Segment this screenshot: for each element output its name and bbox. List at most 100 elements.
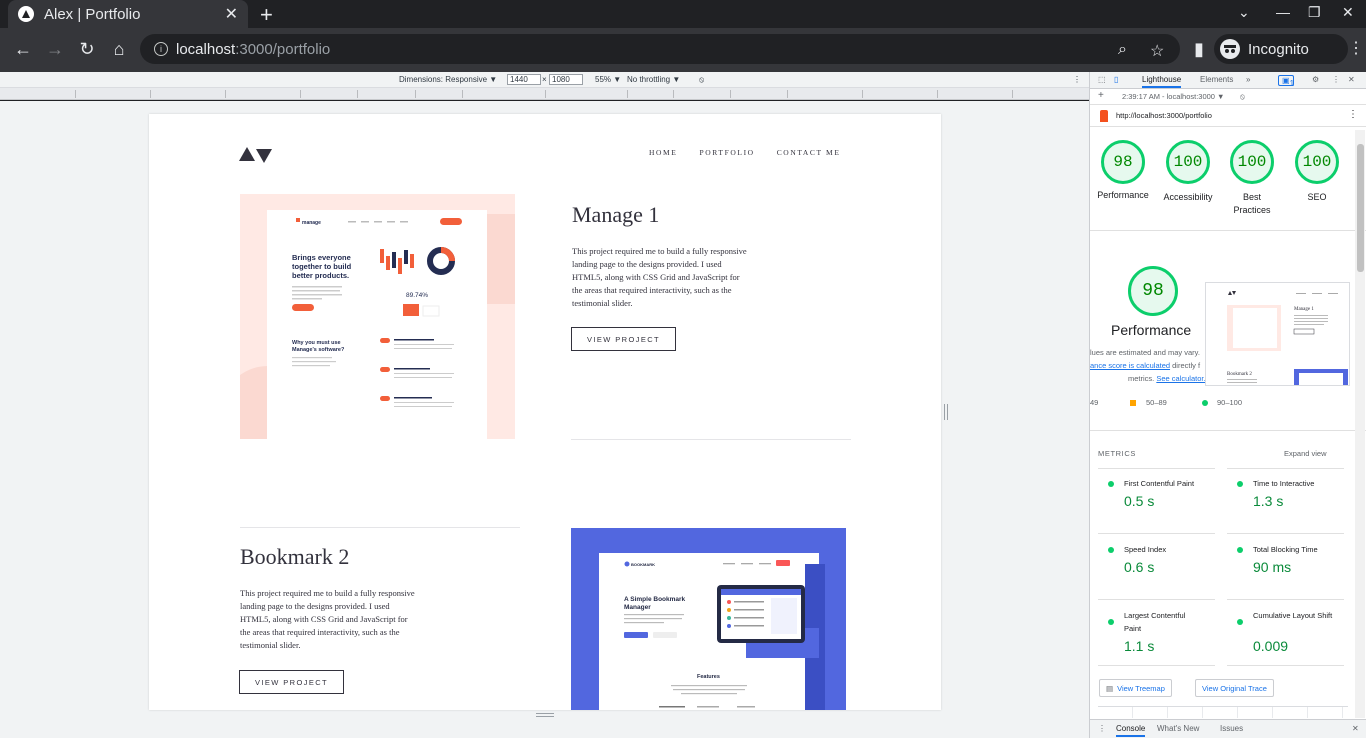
nav-portfolio[interactable]: PORTFOLIO — [699, 148, 754, 157]
drawer-tab-issues[interactable]: Issues — [1220, 724, 1243, 733]
metric-cls-value: 0.009 — [1253, 638, 1289, 654]
pass-circle-icon — [1202, 400, 1208, 406]
device-toggle-icon[interactable]: ▯ — [1114, 75, 1118, 84]
resize-handle-right[interactable] — [944, 404, 948, 420]
rotate-icon[interactable]: ⦸ — [699, 75, 704, 85]
close-window-icon[interactable]: ✕ — [1342, 4, 1354, 21]
inspect-icon[interactable]: ⬚ — [1098, 75, 1106, 84]
accessibility-label: Accessibility — [1163, 192, 1213, 202]
seo-gauge[interactable]: 100 — [1295, 140, 1339, 184]
side-panel-icon[interactable]: ▮ — [1188, 38, 1210, 60]
clear-reports-icon[interactable]: ⦸ — [1240, 92, 1245, 102]
drawer-tab-whats-new[interactable]: What's New — [1157, 724, 1199, 733]
tab-lighthouse[interactable]: Lighthouse — [1142, 75, 1182, 88]
site-logo[interactable] — [239, 147, 273, 163]
average-square-icon — [1130, 400, 1136, 406]
expand-view-toggle[interactable]: Expand view — [1284, 449, 1327, 458]
svg-text:BOOKMARK: BOOKMARK — [631, 562, 655, 567]
new-report-icon[interactable]: + — [1098, 90, 1104, 101]
width-input[interactable]: 1440 — [507, 74, 541, 85]
nav-home[interactable]: HOME — [649, 148, 677, 157]
site-info-icon[interactable]: i — [154, 42, 168, 56]
url-host: localhost — [176, 40, 236, 58]
divider — [1090, 230, 1366, 231]
more-tabs-icon[interactable]: » — [1246, 75, 1250, 84]
browser-tab[interactable]: Alex | Portfolio ✕ — [8, 0, 248, 28]
restore-icon[interactable]: ❐ — [1308, 4, 1321, 21]
view-project-manage-button[interactable]: VIEW PROJECT — [571, 327, 676, 351]
metric-pass-icon — [1237, 547, 1243, 553]
resize-handle-bottom[interactable] — [536, 713, 554, 717]
back-icon[interactable]: ← — [12, 38, 34, 60]
devtools-panel: ⬚ ▯ Lighthouse Elements » ▣ 1 ⚙ ⋮ ✕ + 2:… — [1089, 72, 1366, 738]
final-screenshot-thumbnail[interactable]: Manage 1 Bookmark 2 — [1205, 282, 1350, 386]
metric-si-label: Speed Index — [1124, 545, 1167, 554]
metric-tbt-label: Total Blocking Time — [1253, 545, 1318, 554]
home-icon[interactable]: ⌂ — [108, 38, 130, 60]
close-tab-icon[interactable]: ✕ — [225, 4, 238, 24]
chrome-menu-icon[interactable]: ⋮ — [1348, 38, 1364, 58]
view-project-bookmark-button[interactable]: VIEW PROJECT — [239, 670, 344, 694]
performance-title: Performance — [1111, 322, 1192, 338]
zoom-icon[interactable]: ⌕ — [1118, 41, 1127, 59]
see-calculator-link[interactable]: See calculator. — [1156, 374, 1205, 383]
settings-icon[interactable]: ⚙ — [1312, 75, 1319, 84]
svg-text:Manager: Manager — [624, 604, 651, 611]
devtools-scrollbar[interactable] — [1355, 130, 1365, 718]
calculator-note: metrics. See calculator. — [1128, 374, 1206, 383]
accessibility-gauge[interactable]: 100 — [1166, 140, 1210, 184]
tab-search-icon[interactable]: ⌄ — [1238, 4, 1250, 21]
filmstrip — [1098, 706, 1348, 718]
performance-gauge[interactable]: 98 — [1101, 140, 1145, 184]
metrics-header: METRICS — [1098, 449, 1136, 458]
bookmark-star-icon[interactable]: ☆ — [1150, 41, 1164, 61]
zoom-dropdown[interactable]: 55% ▼ — [595, 75, 621, 84]
issues-count: 1 — [1289, 79, 1295, 88]
address-bar[interactable]: i localhost:3000/portfolio ⌕ ☆ — [140, 34, 1180, 64]
url-path: :3000/portfolio — [235, 40, 331, 58]
site-logo-icon — [18, 6, 34, 22]
divider — [1090, 430, 1366, 431]
report-menu-icon[interactable]: ⋮ — [1348, 109, 1358, 120]
score-calculated-link[interactable]: ance score is calculated — [1090, 361, 1170, 370]
new-tab-icon[interactable]: + — [260, 2, 273, 28]
project-title-manage: Manage 1 — [572, 202, 660, 227]
svg-text:Manage's software?: Manage's software? — [292, 347, 345, 353]
close-drawer-icon[interactable]: ✕ — [1352, 724, 1359, 733]
incognito-button[interactable]: Incognito — [1214, 34, 1348, 64]
nav-contact[interactable]: CONTACT ME — [777, 148, 841, 157]
metric-tbt-value: 90 ms — [1253, 559, 1292, 575]
height-input[interactable]: 1080 — [549, 74, 583, 85]
dimensions-dropdown[interactable]: Dimensions: Responsive ▼ — [399, 75, 497, 84]
estimate-note: lues are estimated and may vary. — [1090, 348, 1200, 357]
metric-pass-icon — [1108, 619, 1114, 625]
best-practices-gauge[interactable]: 100 — [1230, 140, 1274, 184]
reload-icon[interactable]: ↻ — [76, 38, 98, 60]
best-practices-label: Best Practices — [1233, 192, 1271, 215]
view-original-trace-button[interactable]: View Original Trace — [1195, 679, 1274, 697]
media-query-ruler[interactable] — [0, 88, 1089, 100]
drawer-menu-icon[interactable]: ⋮ — [1098, 724, 1106, 733]
device-options-icon[interactable]: ⋮ — [1073, 75, 1081, 84]
close-devtools-icon[interactable]: ✕ — [1348, 75, 1355, 84]
score-calc-note: ance score is calculated directly f — [1090, 361, 1201, 370]
seo-label: SEO — [1307, 192, 1327, 202]
legend-average: 50–89 — [1146, 398, 1167, 407]
metric-si-value: 0.6 s — [1124, 559, 1155, 575]
metric-lcp-value: 1.1 s — [1124, 638, 1155, 654]
view-treemap-button[interactable]: ▤ View Treemap — [1099, 679, 1172, 697]
report-selector[interactable]: 2:39:17 AM - localhost:3000 ▼ — [1122, 92, 1224, 101]
throttling-dropdown[interactable]: No throttling ▼ — [627, 75, 680, 84]
issues-badge[interactable]: ▣ 1 — [1278, 75, 1295, 88]
project-desc-manage: This project required me to build a full… — [572, 246, 747, 308]
devtools-menu-icon[interactable]: ⋮ — [1332, 75, 1340, 84]
incognito-icon — [1220, 39, 1240, 59]
minimize-icon[interactable]: — — [1276, 4, 1290, 20]
legend-pass: 90–100 — [1217, 398, 1243, 407]
tab-elements[interactable]: Elements — [1200, 75, 1233, 84]
manage-project-image: manage Brings everyone together to build… — [240, 194, 515, 439]
metric-cls-label: Cumulative Layout Shift — [1253, 611, 1333, 620]
report-url[interactable]: http://localhost:3000/portfolio — [1116, 111, 1212, 120]
drawer-tab-console[interactable]: Console — [1116, 724, 1146, 737]
forward-icon[interactable]: → — [44, 38, 66, 60]
